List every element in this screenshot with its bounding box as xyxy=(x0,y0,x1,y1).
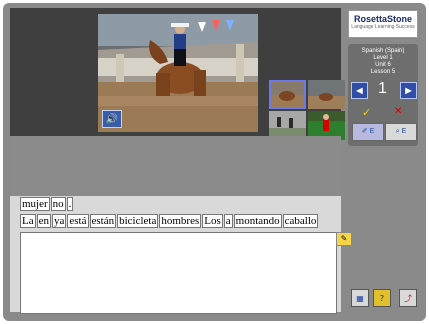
logo-tagline: Language Learning Success xyxy=(351,24,415,30)
unit-label: Unit 6 xyxy=(375,62,391,68)
word-row-2: La en ya está están bicicleta hombres Lo… xyxy=(20,214,319,228)
word-tile[interactable]: en xyxy=(36,214,51,228)
thumbnail-2-image xyxy=(308,80,345,109)
dropper-tool-icon: ✐ xyxy=(361,128,368,135)
word-tile[interactable]: no xyxy=(50,197,66,211)
app-window: 🔊 mujer no . La en ya está están bicicle… xyxy=(0,0,429,324)
thumbnail-grid xyxy=(269,80,347,140)
lesson-panel: Spanish (Spain) Level 1 Unit 6 Lesson 5 … xyxy=(348,44,418,146)
bottom-toolbar: ▦ ? ⤴ xyxy=(349,289,419,307)
lesson-meta: Spanish (Spain) Level 1 Unit 6 Lesson 5 xyxy=(348,48,418,76)
separator-band xyxy=(10,136,341,196)
speaker-icon: 🔊 xyxy=(105,113,119,125)
previous-arrow-icon: ◀ xyxy=(356,86,363,95)
help-label: ? xyxy=(379,293,385,303)
lesson-label: Lesson 5 xyxy=(370,69,396,75)
tool1-label: E xyxy=(369,128,375,135)
tool2-label: E xyxy=(401,128,407,135)
item-navigation: ◀ 1 ▶ xyxy=(348,80,418,99)
answer-area[interactable] xyxy=(20,232,337,314)
help-button[interactable]: ? xyxy=(373,289,391,307)
thumbnail-2[interactable] xyxy=(308,80,345,109)
word-tile[interactable]: caballo xyxy=(282,214,319,228)
tool-buttons: ✐ E ⌕ E xyxy=(352,123,417,141)
magnifier-tool-button[interactable]: ⌕ E xyxy=(385,123,417,141)
current-item-number: 1 xyxy=(378,80,387,97)
feedback-marks: ✓ ✕ xyxy=(348,106,418,119)
word-tile[interactable]: mujer xyxy=(20,197,50,211)
menu-icon: ▦ xyxy=(356,293,364,303)
word-tile[interactable]: hombres xyxy=(159,214,202,228)
word-tile[interactable]: a xyxy=(223,214,233,228)
exit-button[interactable]: ⤴ xyxy=(399,289,417,307)
word-tile[interactable]: Los xyxy=(202,214,223,228)
check-icon: ✓ xyxy=(362,106,372,119)
media-area: 🔊 xyxy=(10,8,345,140)
word-tile[interactable]: . xyxy=(66,197,74,211)
horse-rider-photo xyxy=(98,14,258,132)
rosettastone-logo: RosettaStone Language Learning Success xyxy=(348,10,418,38)
dropper-tool-button[interactable]: ✐ E xyxy=(352,123,384,141)
thumbnail-1[interactable] xyxy=(269,80,306,109)
logo-text: RosettaStone xyxy=(353,14,412,24)
word-tile[interactable]: están xyxy=(89,214,117,228)
word-bank: mujer no . La en ya está están bicicleta… xyxy=(20,197,351,231)
exit-icon: ⤴ xyxy=(404,293,412,303)
language-label: Spanish (Spain) xyxy=(361,48,405,54)
sound-button[interactable]: 🔊 xyxy=(102,110,122,128)
main-photo[interactable]: 🔊 xyxy=(98,14,258,132)
level-label: Level 1 xyxy=(373,55,393,61)
word-row-1: mujer no . xyxy=(20,197,74,211)
word-tile[interactable]: La xyxy=(20,214,36,228)
right-sidebar: RosettaStone Language Learning Success S… xyxy=(345,8,420,312)
x-icon: ✕ xyxy=(394,106,403,117)
word-tile[interactable]: está xyxy=(67,214,89,228)
word-tile[interactable]: ya xyxy=(52,214,67,228)
menu-button[interactable]: ▦ xyxy=(351,289,369,307)
next-button[interactable]: ▶ xyxy=(400,82,417,99)
main-panel: 🔊 mujer no . La en ya está están bicicle… xyxy=(10,8,352,314)
previous-button[interactable]: ◀ xyxy=(351,82,368,99)
next-arrow-icon: ▶ xyxy=(405,86,412,95)
word-tile[interactable]: bicicleta xyxy=(117,214,159,228)
word-tile[interactable]: montando xyxy=(233,214,282,228)
thumbnail-1-image xyxy=(269,80,306,109)
magnifier-tool-icon: ⌕ xyxy=(395,128,400,135)
